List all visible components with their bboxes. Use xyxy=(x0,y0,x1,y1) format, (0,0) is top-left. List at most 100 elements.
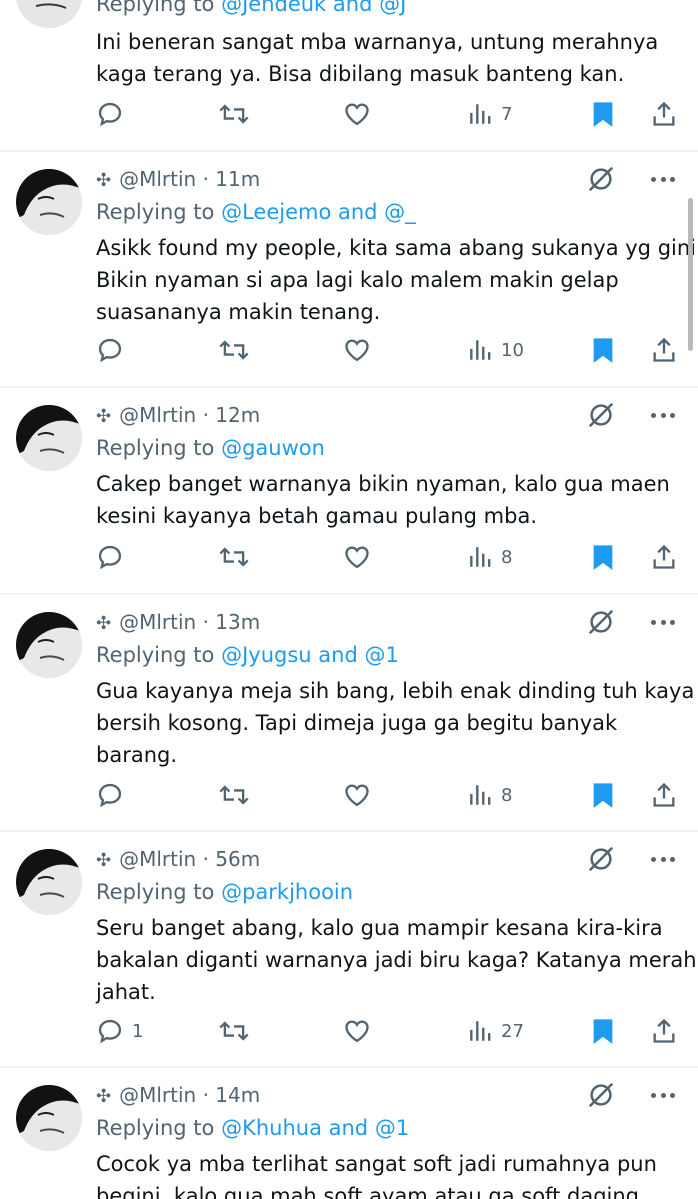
tweet-text: Seru banget abang, kalo gua mampir kesan… xyxy=(96,912,697,1008)
like-icon xyxy=(343,1017,371,1045)
tweet-5[interactable]: ✣ @Mlrtin · 14m Replying to @Khuhua and @… xyxy=(0,1068,698,1199)
share-button[interactable] xyxy=(650,539,678,575)
reply-icon xyxy=(96,543,124,571)
tweet-text-line: Bikin nyaman si apa lagi kalo malem maki… xyxy=(96,268,619,292)
views-icon xyxy=(467,101,493,127)
timestamp[interactable]: · 11m xyxy=(203,167,261,191)
reply-button[interactable] xyxy=(96,777,132,813)
more-icon[interactable] xyxy=(648,846,678,872)
bookmark-button[interactable] xyxy=(590,1013,616,1049)
share-button[interactable] xyxy=(650,96,678,132)
user-handle[interactable]: @Mlrtin xyxy=(119,403,196,427)
like-icon xyxy=(343,336,371,364)
tweet-4[interactable]: ✣ @Mlrtin · 56m Replying to @parkjhooin S… xyxy=(0,832,698,1067)
tweet-3[interactable]: ✣ @Mlrtin · 13m Replying to @Jyugsu and @… xyxy=(0,595,698,830)
mute-icon[interactable] xyxy=(586,164,616,194)
avatar[interactable] xyxy=(16,1085,82,1151)
tweet-1[interactable]: ✣ @Mlrtin · 11m Replying to @Leejemo and … xyxy=(0,152,698,387)
views-count: 7 xyxy=(501,103,513,125)
reply-button[interactable] xyxy=(96,539,132,575)
mute-icon[interactable] xyxy=(586,400,616,430)
reply-count: 1 xyxy=(132,1020,144,1042)
retweet-button[interactable] xyxy=(218,96,250,132)
views-button[interactable]: 7 xyxy=(467,96,512,132)
retweet-button[interactable] xyxy=(218,332,250,368)
like-button[interactable] xyxy=(343,539,371,575)
action-bar: 1 27 xyxy=(0,1013,698,1049)
replying-mentions[interactable]: @Khuhua and @1 xyxy=(221,1116,409,1140)
retweet-icon xyxy=(218,336,250,364)
replying-mentions[interactable]: @Jyugsu and @1 xyxy=(221,643,399,667)
bookmark-button[interactable] xyxy=(590,96,616,132)
retweet-button[interactable] xyxy=(218,539,250,575)
like-button[interactable] xyxy=(343,777,371,813)
name-glyph: ✣ xyxy=(96,1086,112,1107)
bookmark-button[interactable] xyxy=(590,777,616,813)
tweet-text-line: bakalan diganti warnanya jadi biru kaga?… xyxy=(96,948,697,972)
like-button[interactable] xyxy=(343,1013,371,1049)
share-button[interactable] xyxy=(650,777,678,813)
replying-mentions[interactable]: @gauwon xyxy=(221,436,325,460)
replying-to: Replying to @gauwon xyxy=(96,434,678,462)
avatar[interactable] xyxy=(16,0,82,28)
like-button[interactable] xyxy=(343,96,371,132)
share-icon xyxy=(650,100,678,128)
views-button[interactable]: 8 xyxy=(467,777,512,813)
tweet-text-line: Gua kayanya meja sih bang, lebih enak di… xyxy=(96,679,695,703)
views-button[interactable]: 10 xyxy=(467,332,524,368)
avatar[interactable] xyxy=(16,405,82,471)
timestamp[interactable]: · 13m xyxy=(203,610,261,634)
tweet-text: Ini beneran sangat mba warnanya, untung … xyxy=(96,26,678,90)
more-icon[interactable] xyxy=(648,609,678,635)
replying-mentions[interactable]: @Leejemo and @_ xyxy=(221,200,416,224)
views-button[interactable]: 8 xyxy=(467,539,512,575)
retweet-icon xyxy=(218,781,250,809)
timestamp[interactable]: · 12m xyxy=(203,403,261,427)
mute-icon[interactable] xyxy=(586,1080,616,1110)
views-icon xyxy=(467,337,493,363)
views-button[interactable]: 27 xyxy=(467,1013,524,1049)
reply-button[interactable] xyxy=(96,332,132,368)
reply-button[interactable] xyxy=(96,96,132,132)
replying-prefix: Replying to xyxy=(96,436,222,460)
avatar[interactable] xyxy=(16,849,82,915)
more-icon[interactable] xyxy=(648,1082,678,1108)
action-bar: 8 xyxy=(0,777,698,813)
replying-mentions[interactable]: @Jendeuk and @J xyxy=(221,0,406,16)
mute-icon[interactable] xyxy=(586,607,616,637)
tweet-0[interactable]: Replying to @Jendeuk and @J Ini beneran … xyxy=(0,0,698,150)
more-icon[interactable] xyxy=(648,402,678,428)
timestamp[interactable]: · 56m xyxy=(203,847,261,871)
like-icon xyxy=(343,100,371,128)
replying-to: Replying to @Khuhua and @1 xyxy=(96,1114,678,1142)
avatar[interactable] xyxy=(16,612,82,678)
mute-icon[interactable] xyxy=(586,844,616,874)
name-glyph: ✣ xyxy=(96,170,112,191)
tweet-text-line: kaga terang ya. Bisa dibilang masuk bant… xyxy=(96,62,625,86)
bookmark-button[interactable] xyxy=(590,332,616,368)
more-icon[interactable] xyxy=(648,166,678,192)
user-handle[interactable]: @Mlrtin xyxy=(119,847,196,871)
replying-prefix: Replying to xyxy=(96,0,222,16)
user-handle[interactable]: @Mlrtin xyxy=(119,1083,196,1107)
tweet-text-line: Seru banget abang, kalo gua mampir kesan… xyxy=(96,916,663,940)
replying-mentions[interactable]: @parkjhooin xyxy=(221,880,353,904)
reply-button[interactable]: 1 xyxy=(96,1013,143,1049)
user-handle[interactable]: @Mlrtin xyxy=(119,167,196,191)
like-button[interactable] xyxy=(343,332,371,368)
share-button[interactable] xyxy=(650,332,678,368)
bookmark-button[interactable] xyxy=(590,539,616,575)
tweet-2[interactable]: ✣ @Mlrtin · 12m Replying to @gauwon Cakep… xyxy=(0,388,698,593)
avatar[interactable] xyxy=(16,169,82,235)
share-icon xyxy=(650,781,678,809)
share-button[interactable] xyxy=(650,1013,678,1049)
tweet-text-line: jahat. xyxy=(96,980,156,1004)
scrollbar[interactable] xyxy=(688,198,693,351)
retweet-button[interactable] xyxy=(218,777,250,813)
retweet-button[interactable] xyxy=(218,1013,250,1049)
tweet-header: ✣ @Mlrtin · 56m xyxy=(96,844,678,874)
bookmark-icon xyxy=(590,781,616,809)
name-glyph: ✣ xyxy=(96,406,112,427)
timestamp[interactable]: · 14m xyxy=(203,1083,261,1107)
user-handle[interactable]: @Mlrtin xyxy=(119,610,196,634)
